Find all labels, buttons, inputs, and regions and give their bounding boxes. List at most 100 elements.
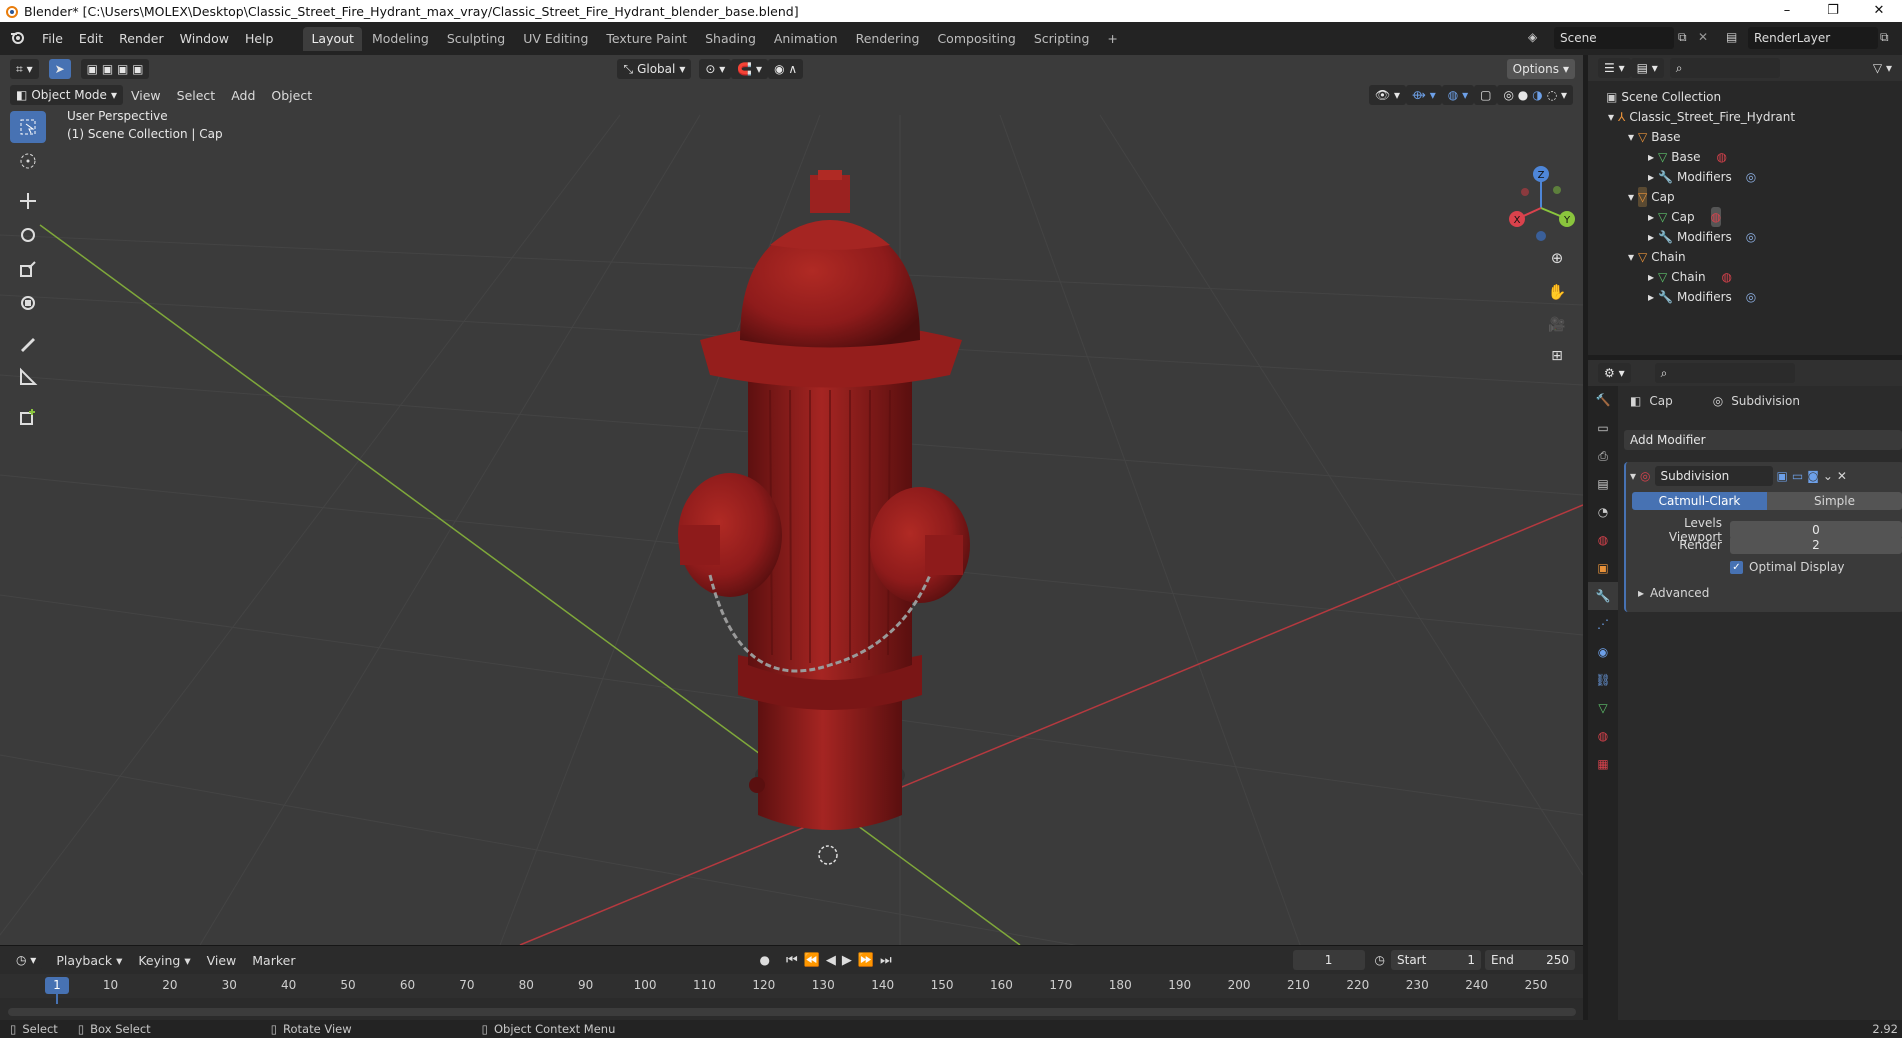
xray-toggle[interactable]: ▢ <box>1474 85 1498 105</box>
blender-menu-icon[interactable] <box>0 29 34 48</box>
object-mode-dropdown[interactable]: ◧ Object Mode ▾ <box>10 85 123 105</box>
menu-add[interactable]: Add <box>223 88 263 103</box>
menu-select[interactable]: Select <box>169 88 224 103</box>
editmode-toggle-icon[interactable]: ▣ <box>1777 469 1788 483</box>
shading-modes[interactable]: ◎ ● ◑ ◌ ▾ <box>1497 85 1573 105</box>
timeline-scrollbar[interactable] <box>8 1008 1576 1016</box>
pivot-point-dropdown[interactable]: ⊙ ▾ <box>699 59 732 79</box>
start-frame-field[interactable]: Start 1 <box>1391 950 1481 970</box>
visibility-dropdown[interactable]: 👁 ▾ <box>1368 85 1407 105</box>
add-cube-tool-icon[interactable] <box>10 401 46 433</box>
expand-arrow-icon[interactable]: ▾ <box>1628 187 1634 207</box>
orthographic-toggle-icon[interactable]: ⊞ <box>1551 348 1563 364</box>
render-toggle-icon[interactable]: ◙ <box>1807 469 1819 483</box>
expand-arrow-icon[interactable]: ▸ <box>1648 227 1654 247</box>
tab-scripting[interactable]: Scripting <box>1026 27 1098 51</box>
fire-hydrant-model[interactable] <box>678 170 970 865</box>
scene-tab-icon[interactable]: ◔ <box>1588 498 1618 526</box>
tab-shading[interactable]: Shading <box>697 27 764 51</box>
advanced-subpanel[interactable]: ▸ Advanced <box>1638 586 1709 600</box>
overlay-toggle[interactable]: ◍ ▾ <box>1441 85 1475 105</box>
options-dropdown[interactable]: Options ▾ <box>1506 59 1575 79</box>
current-frame-field[interactable]: 1 <box>1292 950 1365 970</box>
playback-menu[interactable]: Playback ▾ <box>48 953 130 968</box>
menu-file[interactable]: File <box>34 22 71 55</box>
close-button[interactable]: ✕ <box>1856 0 1902 22</box>
expand-arrow-icon[interactable]: ▸ <box>1648 267 1654 287</box>
expand-arrow-icon[interactable]: ▾ <box>1608 107 1614 127</box>
expand-arrow-icon[interactable]: ▾ <box>1628 127 1634 147</box>
optimal-display-checkbox[interactable]: ✓ <box>1730 560 1743 574</box>
scene-collection-row[interactable]: ▣ Scene Collection <box>1606 87 1721 107</box>
select-mode-buttons[interactable]: ▣ ▣ ▣ ▣ <box>80 59 150 79</box>
render-levels-field[interactable]: 2 <box>1730 536 1902 554</box>
scene-field[interactable]: Scene <box>1554 27 1674 49</box>
rotate-tool-icon[interactable] <box>10 219 46 251</box>
world-tab-icon[interactable]: ◍ <box>1588 526 1618 554</box>
outliner-object-chain[interactable]: ▾ ▽ Chain <box>1628 247 1686 267</box>
outliner-mesh-chain[interactable]: ▸ ▽ Chain ◍ <box>1648 267 1732 287</box>
scale-tool-icon[interactable] <box>10 253 46 285</box>
tab-uv-editing[interactable]: UV Editing <box>515 27 596 51</box>
display-mode-dropdown[interactable]: ▤ ▾ <box>1630 58 1664 78</box>
add-workspace-button[interactable]: + <box>1099 27 1125 51</box>
tab-texture-paint[interactable]: Texture Paint <box>598 27 695 51</box>
view-layer-tab-icon[interactable]: ▤ <box>1588 470 1618 498</box>
outliner-editor-type[interactable]: ☰ ▾ <box>1598 58 1631 78</box>
tab-animation[interactable]: Animation <box>766 27 846 51</box>
menu-edit[interactable]: Edit <box>71 22 111 55</box>
properties-search[interactable]: ⌕ <box>1654 363 1795 383</box>
snap-toggle[interactable]: 🧲 ▾ <box>731 59 769 79</box>
render-tab-icon[interactable]: ▭ <box>1588 414 1618 442</box>
navigation-gizmo[interactable]: Z Y X ⊕ ✋ 🎥 ⊞ <box>1473 110 1583 440</box>
zoom-icon[interactable]: ⊕ <box>1551 249 1564 267</box>
marker-menu[interactable]: Marker <box>244 953 303 968</box>
outliner-mesh-base[interactable]: ▸ ▽ Base ◍ <box>1648 147 1727 167</box>
camera-view-icon[interactable]: 🎥 <box>1548 316 1565 333</box>
tab-modeling[interactable]: Modeling <box>364 27 437 51</box>
output-tab-icon[interactable]: ⎙ <box>1588 442 1618 470</box>
data-tab-icon[interactable]: ▽ <box>1588 694 1618 722</box>
outliner-modifiers-cap[interactable]: ▸ 🔧 Modifiers ◎ <box>1648 227 1756 247</box>
menu-help[interactable]: Help <box>237 22 282 55</box>
timeline-view-menu[interactable]: View <box>199 953 245 968</box>
expand-arrow-icon[interactable]: ▸ <box>1638 586 1644 600</box>
end-frame-field[interactable]: End 250 <box>1485 950 1575 970</box>
viewport-toggle-icon[interactable]: ▭ <box>1792 469 1803 483</box>
proportional-editing-toggle[interactable]: ◉ ∧ <box>768 59 804 79</box>
tab-compositing[interactable]: Compositing <box>929 27 1023 51</box>
menu-window[interactable]: Window <box>172 22 237 55</box>
material-tab-icon[interactable]: ◍ <box>1588 722 1618 750</box>
3d-viewport[interactable]: ⌗ ▾ ➤ ▣ ▣ ▣ ▣ ⤡ Global ▾ ⊙ ▾ 🧲 ▾ ◉ ∧ Opti… <box>0 55 1583 945</box>
simple-option[interactable]: Simple <box>1767 492 1902 510</box>
transform-tool-icon[interactable] <box>10 287 46 319</box>
outliner-modifiers-base[interactable]: ▸ 🔧 Modifiers ◎ <box>1648 167 1756 187</box>
properties-editor-type[interactable]: ⚙ ▾ <box>1598 363 1631 383</box>
tab-rendering[interactable]: Rendering <box>848 27 928 51</box>
object-tab-icon[interactable]: ▣ <box>1588 554 1618 582</box>
frame-ruler[interactable]: 1 10 20 30 40 50 60 70 80 90 100 110 120 130 140 150 160… <box>0 974 1583 1004</box>
outliner-mesh-cap[interactable]: ▸ ▽ Cap ◍ <box>1648 207 1722 227</box>
outliner-object-base[interactable]: ▾ ▽ Base <box>1628 127 1681 147</box>
pan-hand-icon[interactable]: ✋ <box>1548 283 1567 301</box>
remove-modifier-icon[interactable]: ✕ <box>1837 469 1847 483</box>
view-layer-field[interactable]: RenderLayer <box>1748 27 1878 49</box>
current-frame-indicator[interactable]: 1 <box>45 977 69 994</box>
editor-type-button[interactable]: ⌗ ▾ <box>10 59 39 79</box>
record-button[interactable]: ● <box>753 953 775 967</box>
particles-tab-icon[interactable]: ⋰ <box>1588 610 1618 638</box>
expand-arrow-icon[interactable]: ▸ <box>1648 287 1654 307</box>
collapse-arrow-icon[interactable]: ▾ <box>1630 469 1636 483</box>
restore-button[interactable]: ❐ <box>1810 0 1856 22</box>
select-box-tool-icon[interactable] <box>10 111 46 143</box>
modifier-name-field[interactable]: Subdivision <box>1654 466 1773 486</box>
timeline-editor-type[interactable]: ◷ ▾ <box>10 950 43 970</box>
menu-object[interactable]: Object <box>263 88 320 103</box>
catmull-clark-option[interactable]: Catmull-Clark <box>1632 492 1767 510</box>
expand-arrow-icon[interactable]: ▸ <box>1648 207 1654 227</box>
transform-orientation-dropdown[interactable]: ⤡ Global ▾ <box>617 59 692 79</box>
expand-arrow-icon[interactable]: ▸ <box>1648 147 1654 167</box>
tab-sculpting[interactable]: Sculpting <box>439 27 513 51</box>
modifier-menu-icon[interactable]: ⌄ <box>1823 469 1833 483</box>
new-view-layer-icon[interactable]: ⧉ <box>1880 30 1889 45</box>
